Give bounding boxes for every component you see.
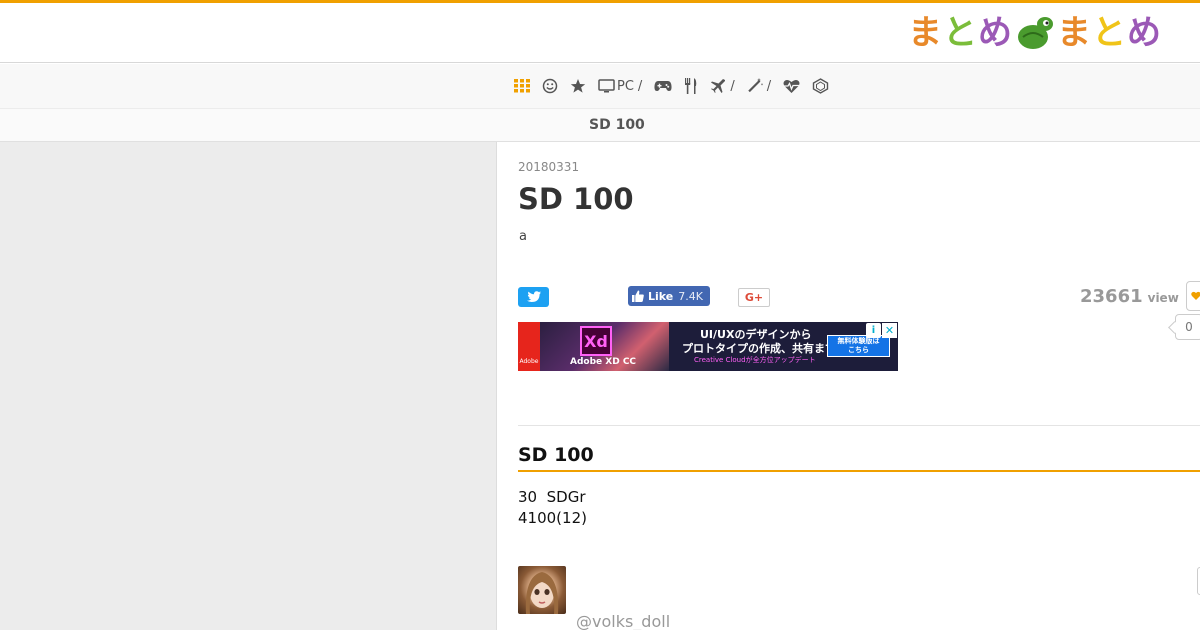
left-sidebar — [0, 142, 497, 630]
favorite-count: 0 — [1175, 314, 1200, 340]
facebook-like-count: 7.4K — [678, 289, 703, 303]
ad-product-name: Adobe XD CC — [570, 357, 637, 367]
nav-item-games[interactable] — [648, 64, 678, 108]
twitter-icon — [526, 291, 541, 302]
favorite-button[interactable] — [1186, 281, 1200, 311]
author-avatar[interactable] — [518, 566, 566, 614]
nav-item-celebrity[interactable] — [564, 64, 592, 108]
nav-item-pc[interactable]: PC / — [592, 64, 648, 108]
view-count-number: 23661 — [1080, 286, 1143, 307]
facebook-like-label: Like — [648, 289, 674, 303]
nav-item-all[interactable] — [508, 64, 536, 108]
xd-badge-icon: Xd — [580, 326, 612, 356]
article-description: a — [519, 229, 527, 244]
ad-headline-line2: プロトタイプの作成、共有まで — [682, 342, 836, 355]
article-body: 30 SDGr 4100(12) — [518, 487, 587, 529]
view-counter: 23661 view — [1080, 286, 1179, 307]
nav-item-beauty[interactable]: / — [741, 64, 777, 108]
logo-char: め — [978, 13, 1013, 53]
grid-icon — [514, 79, 530, 93]
site-logo[interactable]: まとめ まとめ — [908, 13, 1162, 53]
logo-text-right: まとめ — [1057, 13, 1162, 53]
site-header: まとめ まとめ — [0, 3, 1200, 63]
nav-separator: / — [730, 78, 735, 94]
logo-char: と — [1092, 13, 1127, 53]
body-line: 30 SDGr — [518, 488, 586, 506]
heart-icon — [1191, 291, 1200, 300]
nav-separator: / — [637, 78, 643, 94]
section-heading: SD 100 — [518, 444, 1200, 472]
facebook-like-button[interactable]: Like 7.4K — [628, 286, 710, 306]
ad-close-icon[interactable]: ✕ — [882, 323, 897, 338]
logo-char: と — [943, 13, 978, 53]
monitor-icon — [598, 78, 615, 92]
view-count-label: view — [1147, 291, 1179, 305]
smiley-icon — [542, 78, 558, 94]
nav-item-entertainment[interactable] — [536, 64, 564, 108]
breadcrumb-bar: SD 100 — [0, 108, 1200, 142]
logo-char: ま — [908, 13, 943, 53]
airplane-icon — [711, 79, 726, 93]
nav-item-food[interactable] — [678, 64, 704, 108]
adobe-logo: Adobe — [518, 322, 540, 371]
ad-subline: Creative Cloudが全方位アップデート — [694, 356, 816, 364]
page-title: SD 100 — [518, 182, 634, 216]
gplus-share-button[interactable]: G+ — [738, 288, 770, 307]
nav-item-health[interactable] — [777, 64, 806, 108]
ad-cta-button[interactable]: 無料体験版は こちら — [827, 335, 890, 357]
nav-label-pc: PC — [617, 78, 634, 94]
star-icon — [570, 79, 586, 93]
article-date: 20180331 — [518, 160, 580, 174]
diamond-icon — [812, 78, 829, 94]
doll-face-icon — [525, 572, 559, 614]
article-main: 20180331 SD 100 a Like 7.4K G+ 23661 vie… — [518, 142, 1200, 630]
body-line: 4100(12) — [518, 509, 587, 527]
author-username[interactable]: @volks_doll — [576, 612, 670, 630]
category-nav: PC / / / — [0, 64, 1200, 108]
logo-char: ま — [1057, 13, 1092, 53]
logo-text-left: まとめ — [908, 13, 1013, 53]
twitter-share-button[interactable] — [518, 287, 549, 307]
nav-item-travel[interactable]: / — [704, 64, 740, 108]
breadcrumb: SD 100 — [589, 117, 645, 133]
mascot-icon — [1018, 17, 1053, 49]
nav-item-others[interactable] — [806, 64, 835, 108]
fork-knife-icon — [685, 78, 697, 94]
logo-char: め — [1127, 13, 1162, 53]
gamepad-icon — [654, 81, 672, 91]
magic-wand-icon — [747, 78, 763, 93]
thumbs-up-icon — [632, 290, 644, 302]
nav-separator: / — [766, 78, 772, 94]
heartbeat-icon — [783, 79, 800, 93]
section-divider — [518, 425, 1200, 426]
adobe-xd-ad-banner[interactable]: Adobe Xd Adobe XD CC UI/UXのデザインから プロトタイプ… — [518, 322, 898, 371]
ad-info-icon[interactable]: i — [866, 323, 881, 338]
